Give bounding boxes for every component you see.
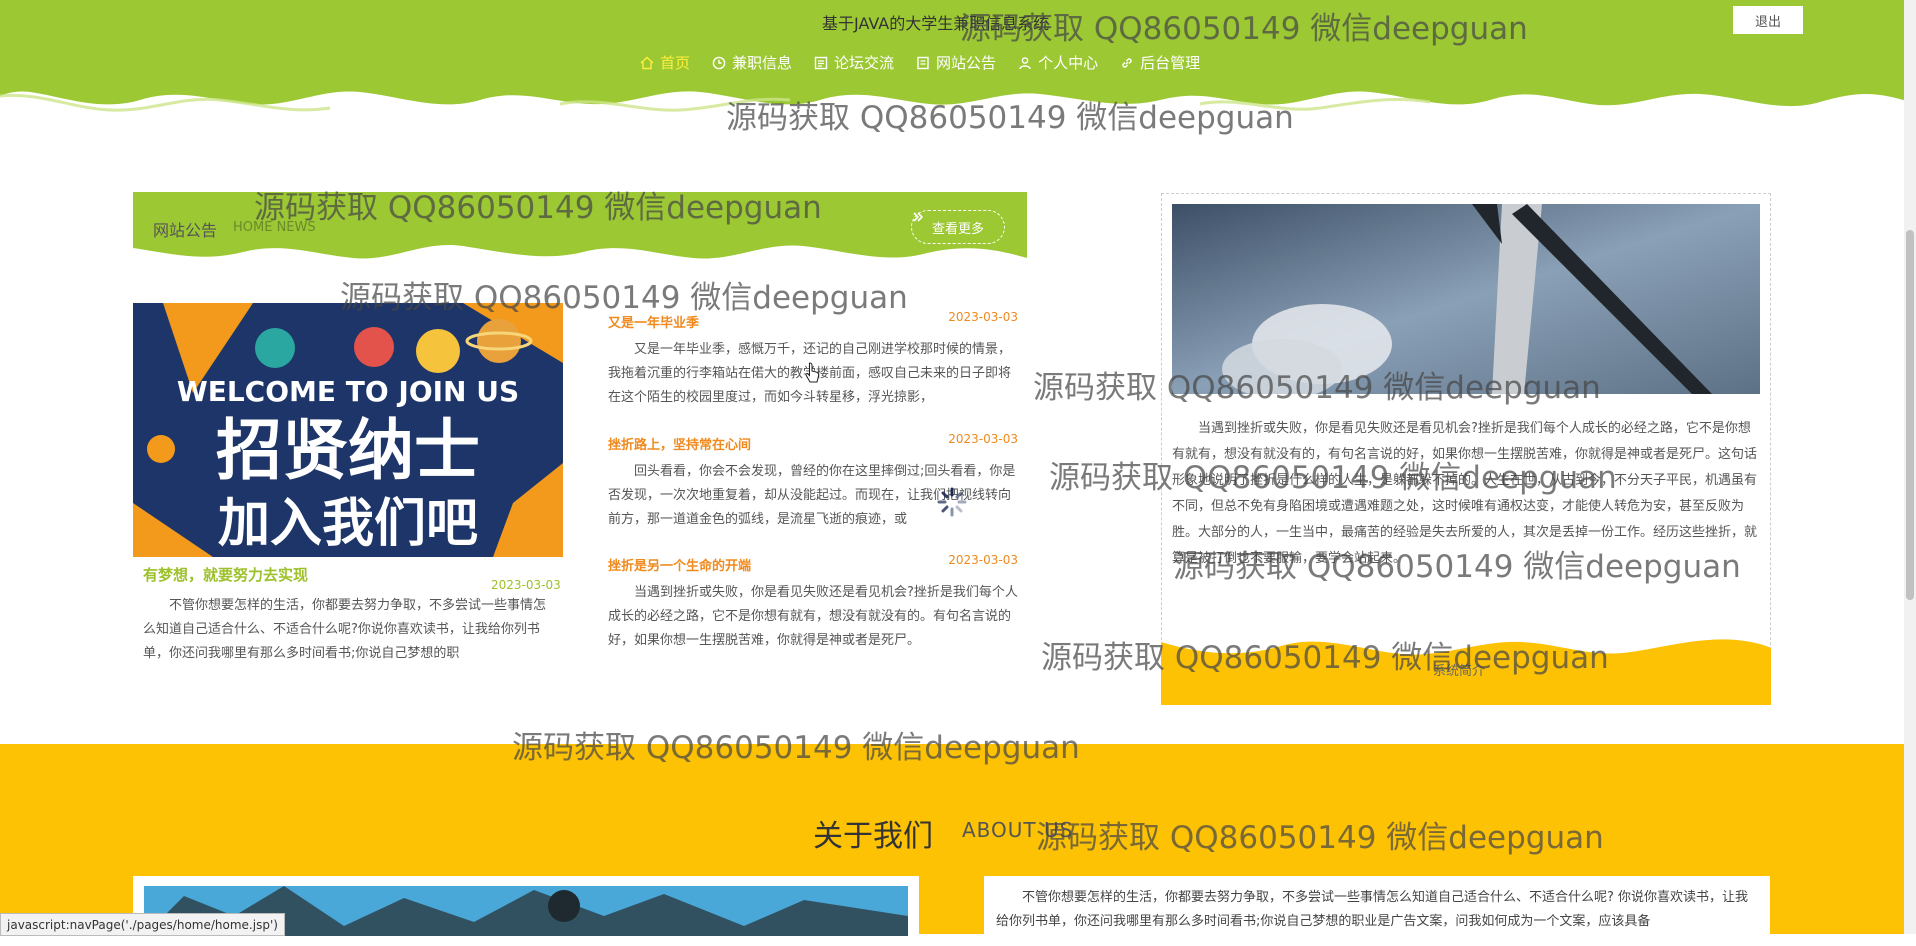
nav-label: 个人中心 [1038,54,1099,72]
news-item-title[interactable]: 挫折是另一个生命的开端 [608,555,751,574]
nav-item-forum[interactable]: 论坛交流 [814,52,894,73]
recruitment-banner-image: WELCOME TO JOIN US 招贤纳士 加入我们吧 [133,303,563,557]
more-label: 查看更多 [931,221,984,237]
forum-icon [814,56,828,69]
system-intro-text: 当遇到挫折或失败，你是看见失败还是看见机会?挫折是我们每个人成长的必经之路，它不… [1172,421,1758,566]
banner-sub-text: 加入我们吧 [218,494,478,554]
nav-label: 兼职信息 [732,54,793,72]
page-scrollbar[interactable] [1904,0,1916,934]
banner-welcome-text: WELCOME TO JOIN US [177,375,519,408]
wind-turbine-image [1172,204,1760,394]
user-icon [1019,56,1031,69]
site-title: 基于JAVA的大学生兼职信息系统 [822,14,1050,33]
news-item-date: 2023-03-03 [948,432,1018,446]
banner-main-text: 招贤纳士 [216,412,480,489]
featured-news-date: 2023-03-03 [491,578,561,592]
clock-icon [712,56,726,69]
intro-banner-label[interactable]: 系统简介 [1433,660,1485,679]
about-subtitle: ABOUT US [962,818,1074,842]
scrollbar-thumb[interactable] [1906,230,1914,600]
about-title: 关于我们 [813,819,933,854]
nav-label: 论坛交流 [834,54,895,72]
news-title: 网站公告 [153,221,218,240]
news-item-date: 2023-03-03 [948,553,1018,567]
wind-turbine-photo [1172,204,1760,394]
home-icon [640,56,654,69]
double-chevron-right-icon [913,212,924,222]
news-item-excerpt: 当遇到挫折或失败，你是看见失败还是看见机会?挫折是我们每个人成长的必经之路，它不… [608,585,1018,648]
site-header: 基于JAVA的大学生兼职信息系统 退出 首页 兼职信息 论坛交流 网站公告 个人… [0,0,1916,120]
hand-cursor-icon [805,362,820,383]
main-nav: 首页 兼职信息 论坛交流 网站公告 个人中心 后台管理 [640,52,1200,73]
nav-item-profile[interactable]: 个人中心 [1018,52,1098,73]
browser-status-bar: javascript:navPage('./pages/home/home.js… [0,913,285,936]
nav-item-admin[interactable]: 后台管理 [1120,52,1200,73]
news-item-title[interactable]: 挫折路上，坚持常在心间 [608,434,751,453]
featured-news-title[interactable]: 有梦想，就要努力去实现 [143,564,308,585]
more-news-button[interactable]: 查看更多 [911,210,1005,244]
nav-label: 首页 [660,54,691,72]
news-section-header: 网站公告 HOME NEWS 查看更多 [133,192,1027,268]
featured-news-excerpt: 不管你想要怎样的生活，你都要去努力争取，不多尝试一些事情怎么知道自己适合什么、不… [143,598,547,661]
featured-news-image[interactable]: WELCOME TO JOIN US 招贤纳士 加入我们吧 [133,303,563,557]
nav-label: 后台管理 [1140,54,1201,72]
news-item-date: 2023-03-03 [948,310,1018,324]
news-subtitle: HOME NEWS [233,220,316,235]
nav-label: 网站公告 [936,54,997,72]
nav-item-notice[interactable]: 网站公告 [916,52,996,73]
notice-icon [917,56,929,69]
nav-item-jobs[interactable]: 兼职信息 [712,52,792,73]
nav-item-home[interactable]: 首页 [640,52,690,73]
link-icon [1122,57,1132,68]
logout-button[interactable]: 退出 [1733,6,1803,34]
about-text: 不管你想要怎样的生活，你都要去努力争取，不多尝试一些事情怎么知道自己适合什么、不… [996,890,1749,929]
news-item-title[interactable]: 又是一年毕业季 [608,312,699,331]
loading-spinner-icon [937,487,967,517]
